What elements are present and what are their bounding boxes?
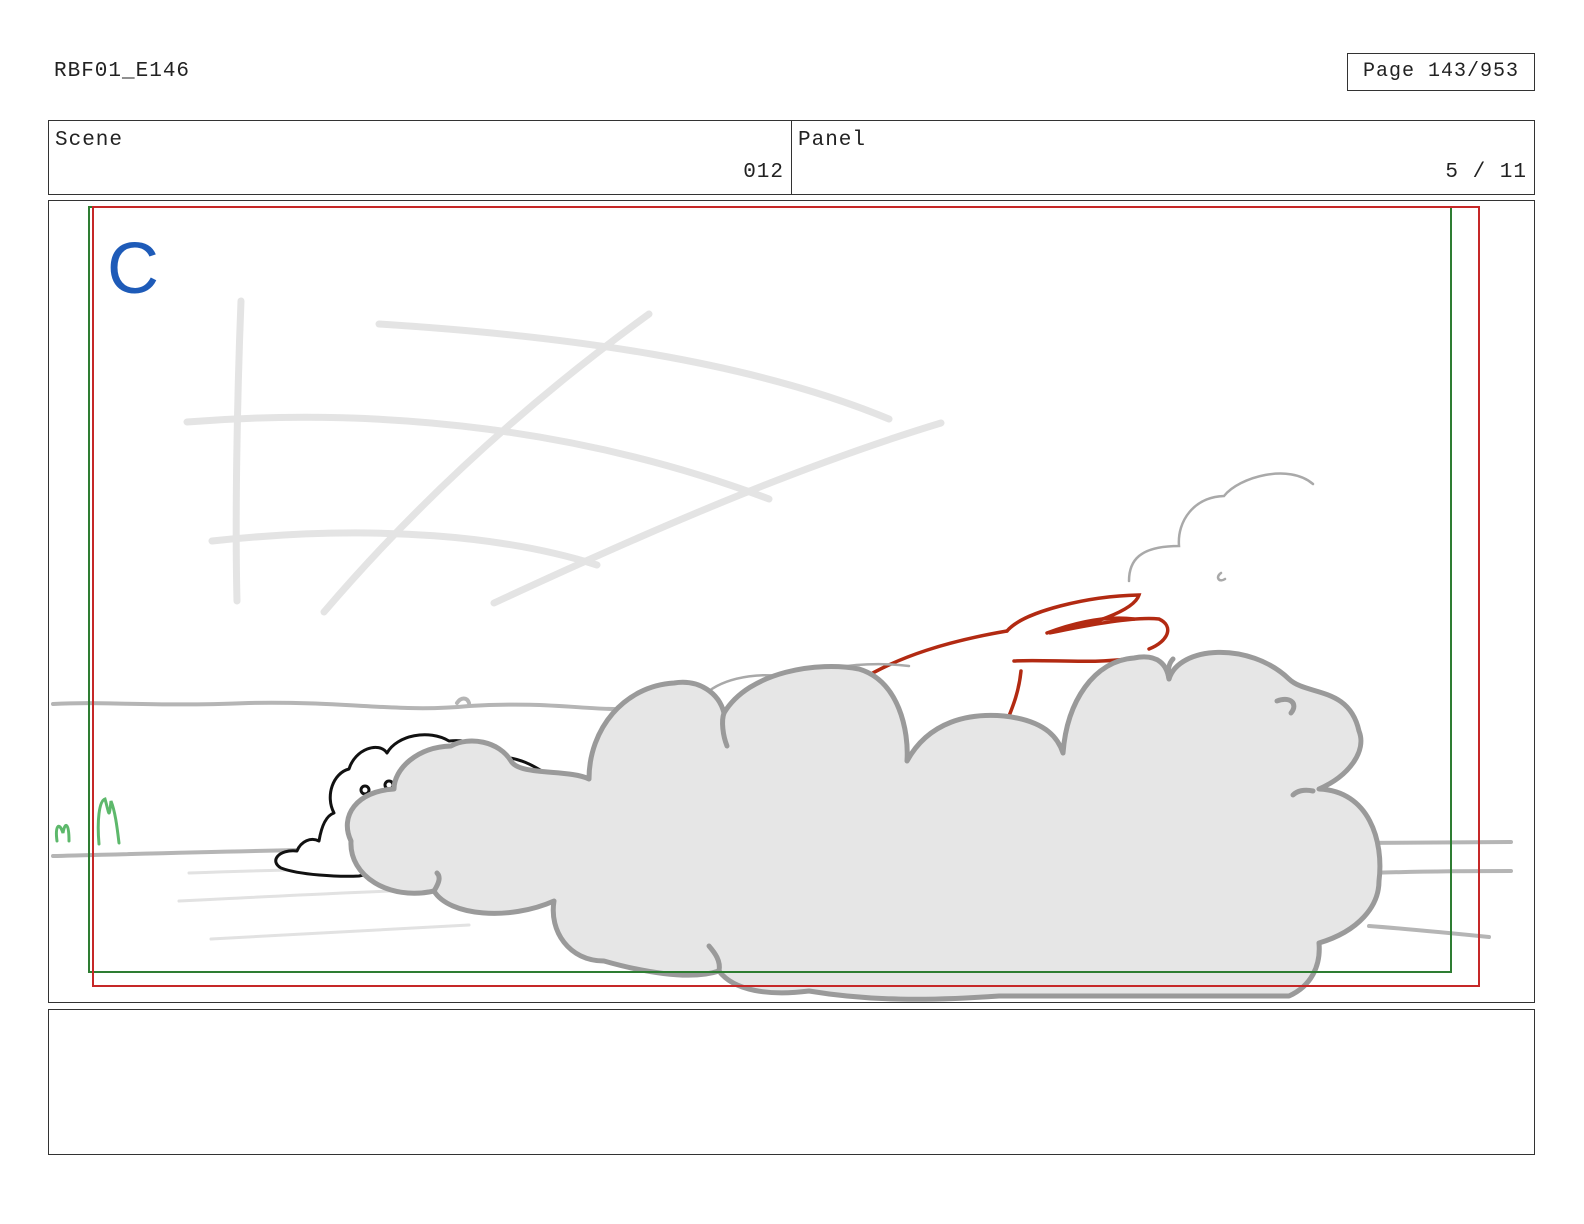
panel-notes: [48, 1009, 1535, 1155]
panel-value: 5 / 11: [1445, 161, 1527, 184]
panel-label: Panel: [798, 129, 867, 152]
scene-value: 012: [743, 161, 784, 184]
panel-cell: Panel 5 / 11: [791, 121, 1534, 194]
page-number: Page 143/953: [1347, 53, 1535, 91]
panel-drawing: C: [51, 206, 1513, 1002]
scene-panel-info: Scene 012 Panel 5 / 11: [48, 120, 1535, 195]
document-id: RBF01_E146: [54, 60, 191, 83]
background-sketch: [183, 297, 945, 616]
scene-label: Scene: [55, 129, 124, 152]
panel-marker: C: [107, 229, 159, 309]
storyboard-panel: C: [48, 200, 1535, 1003]
grass-tufts: [55, 797, 121, 846]
scene-cell: Scene 012: [49, 121, 791, 194]
